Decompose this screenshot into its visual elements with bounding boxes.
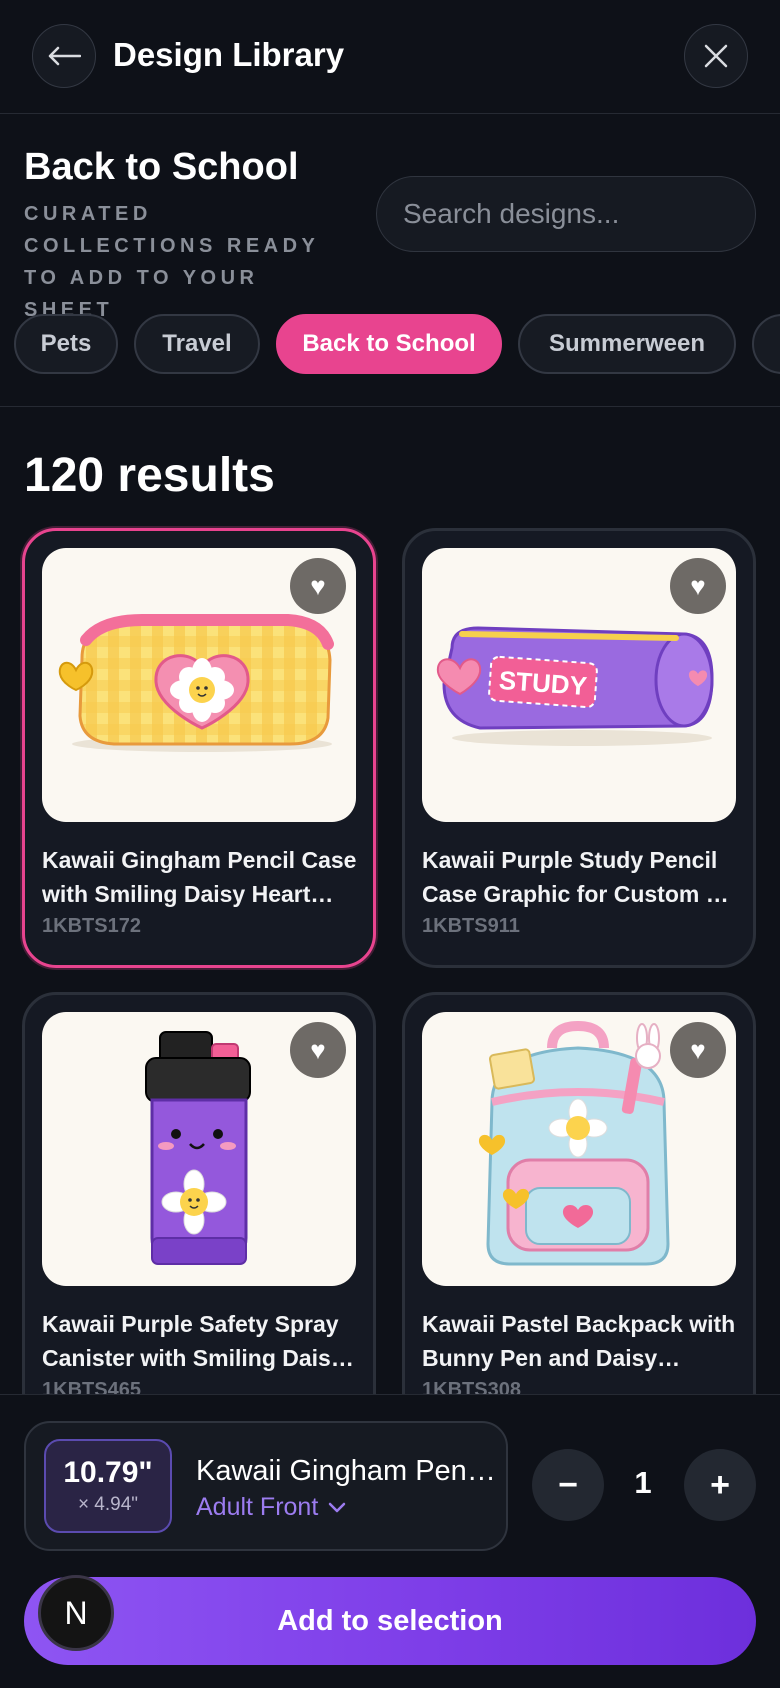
favorite-button[interactable]: ♥ [670,558,726,614]
back-button[interactable] [32,24,96,88]
heart-icon: ♥ [690,570,706,601]
favorite-button[interactable]: ♥ [290,1022,346,1078]
size-width: 10.79" [63,1456,153,1489]
search-input[interactable]: Search designs... [376,176,756,252]
study-label: STUDY [498,665,588,701]
search-placeholder: Search designs... [403,198,620,229]
selected-design-summary[interactable]: 10.79" × 4.94" Kawaii Gingham Pencil Cas… [24,1421,508,1551]
quantity-value: 1 [634,1465,652,1500]
design-card[interactable]: STUDY ♥ Kawaii Purple Study Pencil Case … [402,528,756,968]
heart-icon: ♥ [310,1034,326,1065]
favorite-button[interactable]: ♥ [290,558,346,614]
chip-more[interactable] [752,314,780,374]
category-chips: Pets Travel Back to School Summerween [0,314,780,374]
design-thumbnail: ♥ [422,1012,736,1286]
arrow-left-icon [48,46,81,66]
variant-label: Adult Front [196,1493,319,1521]
collection-subtitle: Curated collections ready to add to your… [24,203,320,321]
design-thumbnail: STUDY ♥ [422,548,736,822]
selected-design-name: Kawaii Gingham Pencil Case with Smiling … [196,1455,496,1487]
heart-icon: ♥ [310,570,326,601]
close-icon [704,44,728,68]
design-card[interactable]: ♥ Kawaii Gingham Pencil Case with Smilin… [22,528,376,968]
divider [0,406,780,407]
chip-pets[interactable]: Pets [14,314,118,374]
add-to-selection-button[interactable]: Add to selection [24,1577,756,1665]
design-card[interactable]: ♥ Kawaii Purple Safety Spray Canister wi… [22,992,376,1432]
card-code: 1KBTS911 [422,915,520,937]
chip-summerween[interactable]: Summerween [518,314,736,374]
card-title: Kawaii Purple Safety Spray Canister with… [42,1311,344,1371]
size-height: × 4.94" [77,1494,139,1515]
variant-dropdown[interactable]: Adult Front [196,1493,346,1522]
card-title: Kawaii Pastel Backpack with Bunny Pen an… [422,1311,736,1371]
design-thumbnail: ♥ [42,1012,356,1286]
page-title: Design Library [113,36,345,73]
card-code: 1KBTS172 [42,915,141,937]
card-title: Kawaii Purple Study Pencil Case Graphic … [422,847,727,907]
results-count: 120 results [24,449,275,502]
favorite-button[interactable]: ♥ [670,1022,726,1078]
design-card[interactable]: ♥ Kawaii Pastel Backpack with Bunny Pen … [402,992,756,1432]
chip-travel[interactable]: Travel [134,314,260,374]
top-bar: Design Library [0,0,780,114]
heart-icon: ♥ [690,1034,706,1065]
size-badge: 10.79" × 4.94" [44,1439,172,1533]
collection-title: Back to School [24,146,299,188]
n-logo-badge[interactable]: N [38,1575,114,1651]
selection-panel: 10.79" × 4.94" Kawaii Gingham Pencil Cas… [0,1394,780,1688]
close-button[interactable] [684,24,748,88]
chevron-down-icon [329,1502,346,1512]
chip-back-to-school[interactable]: Back to School [276,314,502,374]
increase-quantity-button[interactable]: + [684,1449,756,1521]
card-title: Kawaii Gingham Pencil Case with Smiling … [42,847,357,907]
design-thumbnail: ♥ [42,548,356,822]
decrease-quantity-button[interactable]: − [532,1449,604,1521]
